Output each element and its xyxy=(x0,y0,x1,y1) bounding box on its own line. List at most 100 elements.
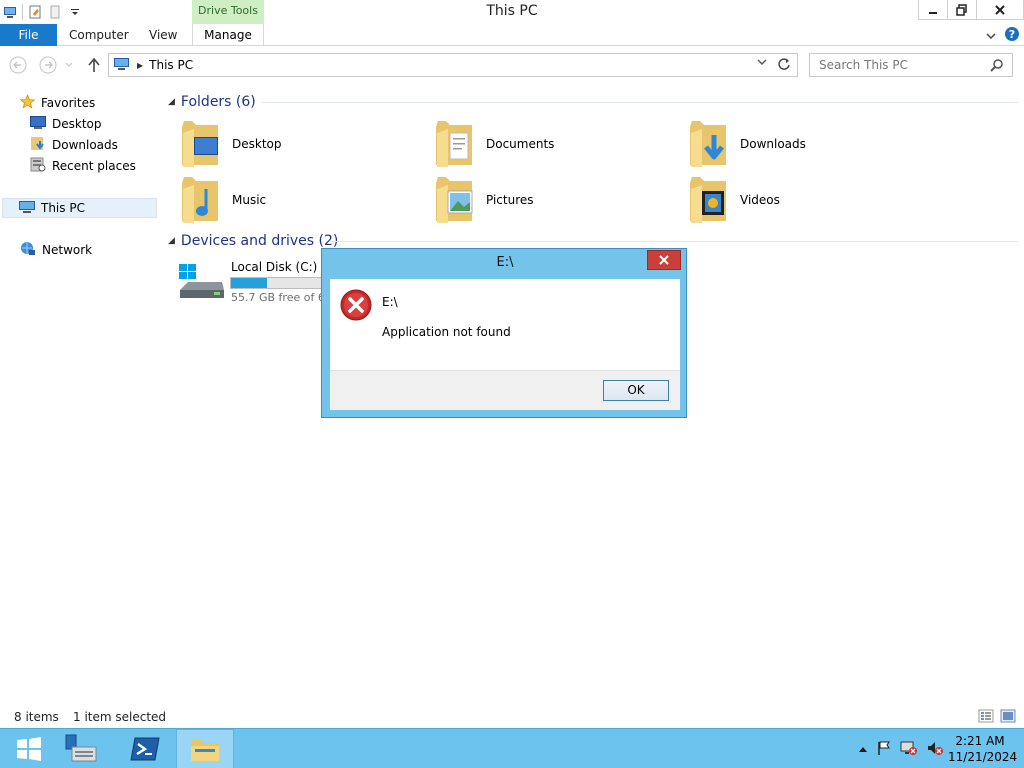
drive-usage-fill xyxy=(231,278,267,288)
clock-date: 11/21/2024 xyxy=(948,750,1018,764)
search-icon[interactable] xyxy=(990,58,1004,75)
computer-icon[interactable] xyxy=(2,4,18,20)
folders-section-title: Folders (6) xyxy=(180,94,256,110)
downloads-folder-large-icon xyxy=(690,121,726,167)
quick-access-toolbar xyxy=(0,0,83,24)
window-controls xyxy=(918,0,1024,20)
dialog-title: E:\ xyxy=(496,255,514,270)
this-pc-icon xyxy=(113,57,131,74)
dialog-footer: OK xyxy=(330,370,680,410)
drives-section-header[interactable]: ◢ Devices and drives (2) xyxy=(168,233,338,249)
title-bar: Drive Tools This PC xyxy=(0,0,1024,24)
nav-downloads[interactable]: Downloads xyxy=(30,135,118,155)
refresh-icon[interactable] xyxy=(777,57,791,74)
ok-button[interactable]: OK xyxy=(603,380,669,401)
error-icon xyxy=(340,289,372,324)
tab-manage[interactable]: Manage xyxy=(192,24,264,46)
customize-qat-icon[interactable] xyxy=(67,4,83,20)
tab-computer[interactable]: Computer xyxy=(69,24,129,46)
recent-locations-button[interactable] xyxy=(62,55,76,75)
drive-tools-context-label: Drive Tools xyxy=(192,0,264,24)
collapse-triangle-icon: ◢ xyxy=(168,236,175,246)
address-dropdown-icon[interactable] xyxy=(757,58,767,69)
nav-this-pc[interactable]: This PC xyxy=(2,198,157,218)
taskbar: 2:21 AM 11/21/2024 xyxy=(0,728,1024,768)
dialog-body: E:\ Application not found OK xyxy=(330,279,680,410)
taskbar-server-manager[interactable] xyxy=(52,729,110,768)
pictures-folder-icon xyxy=(436,177,473,223)
restore-button[interactable] xyxy=(947,0,977,20)
ribbon-tabs: File Computer View Manage ? xyxy=(0,24,1024,46)
help-icon[interactable]: ? xyxy=(1004,26,1020,45)
navigation-pane: Favorites Desktop Downloads Recent place… xyxy=(0,90,160,700)
folder-desktop[interactable]: Desktop xyxy=(180,118,282,170)
search-input[interactable]: Search This PC xyxy=(809,53,1013,77)
status-bar: 8 items 1 item selected xyxy=(0,706,1024,728)
new-folder-icon[interactable] xyxy=(47,4,63,20)
forward-arrow-icon xyxy=(39,56,57,74)
nav-favorites[interactable]: Favorites xyxy=(19,93,95,113)
back-button[interactable] xyxy=(8,55,28,75)
folder-music[interactable]: Music xyxy=(180,174,266,226)
start-button[interactable] xyxy=(0,729,58,768)
address-bar[interactable]: ▶ This PC xyxy=(108,53,798,77)
folder-label: Downloads xyxy=(740,137,806,151)
show-hidden-icons-icon[interactable] xyxy=(858,742,868,756)
view-switcher xyxy=(978,709,1016,726)
taskbar-powershell[interactable] xyxy=(116,729,174,768)
nav-downloads-label: Downloads xyxy=(52,138,118,152)
forward-button[interactable] xyxy=(38,55,58,75)
action-center-flag-icon[interactable] xyxy=(876,740,892,759)
large-icons-view-icon[interactable] xyxy=(1000,709,1016,726)
nav-desktop[interactable]: Desktop xyxy=(30,114,102,134)
folder-videos[interactable]: Videos xyxy=(688,174,780,226)
network-status-icon[interactable] xyxy=(900,740,918,759)
nav-recent-places-label: Recent places xyxy=(52,159,136,173)
folder-pictures[interactable]: Pictures xyxy=(434,174,534,226)
taskbar-clock[interactable]: 2:21 AM 11/21/2024 xyxy=(948,733,1018,765)
file-explorer-icon xyxy=(191,739,219,761)
folder-downloads[interactable]: Downloads xyxy=(688,118,806,170)
minimize-button[interactable] xyxy=(918,0,948,20)
drive-usage-bar xyxy=(230,277,326,289)
restore-icon xyxy=(956,3,967,16)
window-title: This PC xyxy=(486,3,538,19)
clock-time: 2:21 AM xyxy=(955,734,1005,748)
hard-drive-icon xyxy=(179,264,224,298)
details-view-icon[interactable] xyxy=(978,709,994,726)
folder-documents[interactable]: Documents xyxy=(434,118,554,170)
properties-icon[interactable] xyxy=(27,4,43,20)
qat-divider xyxy=(22,4,23,20)
tab-view[interactable]: View xyxy=(149,24,177,46)
desktop-folder-icon xyxy=(182,121,218,167)
folders-section-header[interactable]: ◢ Folders (6) xyxy=(168,94,256,110)
nav-network[interactable]: Network xyxy=(20,240,92,260)
close-button[interactable] xyxy=(976,0,1024,20)
drive-local-disk-c[interactable]: Local Disk (C:) 55.7 GB free of 69 xyxy=(178,260,332,310)
status-selection: 1 item selected xyxy=(73,710,167,724)
up-button[interactable] xyxy=(84,55,104,75)
dialog-close-button[interactable] xyxy=(647,250,681,270)
nav-recent-places[interactable]: Recent places xyxy=(30,156,136,176)
drives-section-title: Devices and drives (2) xyxy=(180,233,339,249)
chevron-down-icon xyxy=(65,62,73,67)
taskbar-file-explorer[interactable] xyxy=(176,729,234,768)
nav-network-label: Network xyxy=(42,243,93,257)
up-arrow-icon xyxy=(88,57,100,72)
breadcrumb-separator-icon[interactable]: ▶ xyxy=(137,61,143,70)
expand-ribbon-icon[interactable] xyxy=(986,29,996,43)
breadcrumb-this-pc[interactable]: This PC xyxy=(149,58,193,72)
system-tray xyxy=(858,729,944,768)
folder-label: Videos xyxy=(740,193,780,207)
dialog-message: Application not found xyxy=(382,325,511,339)
folder-label: Music xyxy=(232,193,267,207)
volume-muted-icon[interactable] xyxy=(926,740,944,759)
drive-free-space: 55.7 GB free of 69 xyxy=(231,291,332,304)
nav-this-pc-label: This PC xyxy=(41,201,85,215)
music-folder-icon xyxy=(182,177,218,223)
back-arrow-icon xyxy=(9,56,27,74)
error-dialog: E:\ E:\ Application not found OK xyxy=(321,248,687,418)
windows-logo-icon xyxy=(17,737,41,761)
status-item-count: 8 items xyxy=(14,710,59,724)
tab-file[interactable]: File xyxy=(0,24,57,46)
